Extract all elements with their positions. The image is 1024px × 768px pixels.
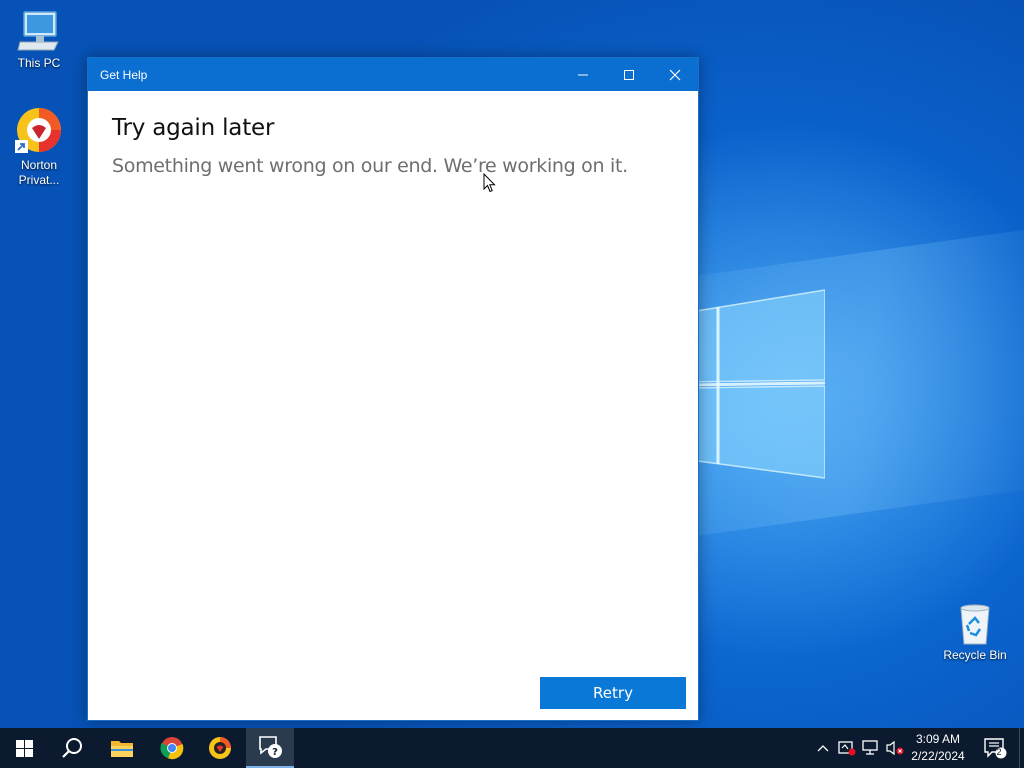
search-icon [62, 738, 82, 758]
minimize-icon [578, 74, 588, 75]
show-desktop-button[interactable] [1019, 728, 1024, 768]
windows-wallpaper-logo [690, 289, 825, 479]
start-button[interactable] [0, 728, 48, 768]
security-alert-icon [838, 741, 856, 756]
taskbar-chrome[interactable] [148, 728, 196, 768]
taskbar-file-explorer[interactable] [98, 728, 146, 768]
chevron-up-icon [817, 745, 829, 752]
clock-time: 3:09 AM [915, 732, 961, 746]
get-help-window: Get Help Try again later Something went … [87, 57, 699, 721]
tray-volume[interactable] [884, 728, 906, 768]
mouse-cursor-icon [483, 173, 496, 193]
tray-security[interactable] [836, 728, 858, 768]
svg-text:?: ? [272, 747, 278, 758]
recycle-bin-icon [960, 604, 990, 645]
taskbar: ? 3:09 AM 2/22/2024 2 [0, 728, 1024, 768]
this-pc-icon [17, 11, 59, 51]
clock-date: 2/22/2024 [911, 749, 965, 763]
taskbar-norton[interactable] [196, 728, 244, 768]
maximize-icon [624, 69, 634, 80]
search-button[interactable] [48, 728, 96, 768]
volume-muted-icon [886, 740, 904, 756]
start-icon [15, 739, 33, 757]
norton-private-browser-icon [15, 108, 61, 153]
error-heading: Try again later [112, 115, 275, 141]
notification-count-badge: 2 [996, 747, 1002, 757]
desktop-icon-this-pc[interactable]: This PC [1, 10, 77, 71]
desktop-icon-label: This PC [17, 56, 61, 70]
title-bar[interactable]: Get Help [88, 58, 698, 91]
desktop-icon-recycle-bin[interactable]: Recycle Bin [937, 602, 1013, 663]
file-explorer-icon [111, 741, 133, 757]
close-button[interactable] [652, 58, 698, 91]
show-hidden-icons-button[interactable] [813, 728, 833, 768]
desktop-icon-label: Recycle Bin [943, 648, 1007, 662]
minimize-button[interactable] [560, 58, 606, 91]
taskbar-clock[interactable]: 3:09 AM 2/22/2024 [905, 731, 971, 765]
chrome-icon [160, 737, 184, 760]
window-content: Try again later Something went wrong on … [88, 91, 698, 720]
window-title: Get Help [100, 67, 148, 82]
action-center-button[interactable]: 2 [978, 728, 1012, 768]
desktop-icon-label: Norton Privat... [18, 158, 60, 187]
retry-button[interactable]: Retry [540, 677, 686, 709]
network-icon [862, 740, 878, 755]
close-icon [669, 69, 681, 80]
error-message: Something went wrong on our end. We’re w… [112, 155, 628, 177]
desktop-icon-norton[interactable]: Norton Privat... [1, 106, 77, 188]
taskbar-get-help[interactable]: ? [246, 728, 294, 768]
tray-network[interactable] [860, 728, 882, 768]
norton-icon [209, 737, 231, 759]
get-help-icon: ? [259, 736, 282, 758]
maximize-button[interactable] [606, 58, 652, 91]
